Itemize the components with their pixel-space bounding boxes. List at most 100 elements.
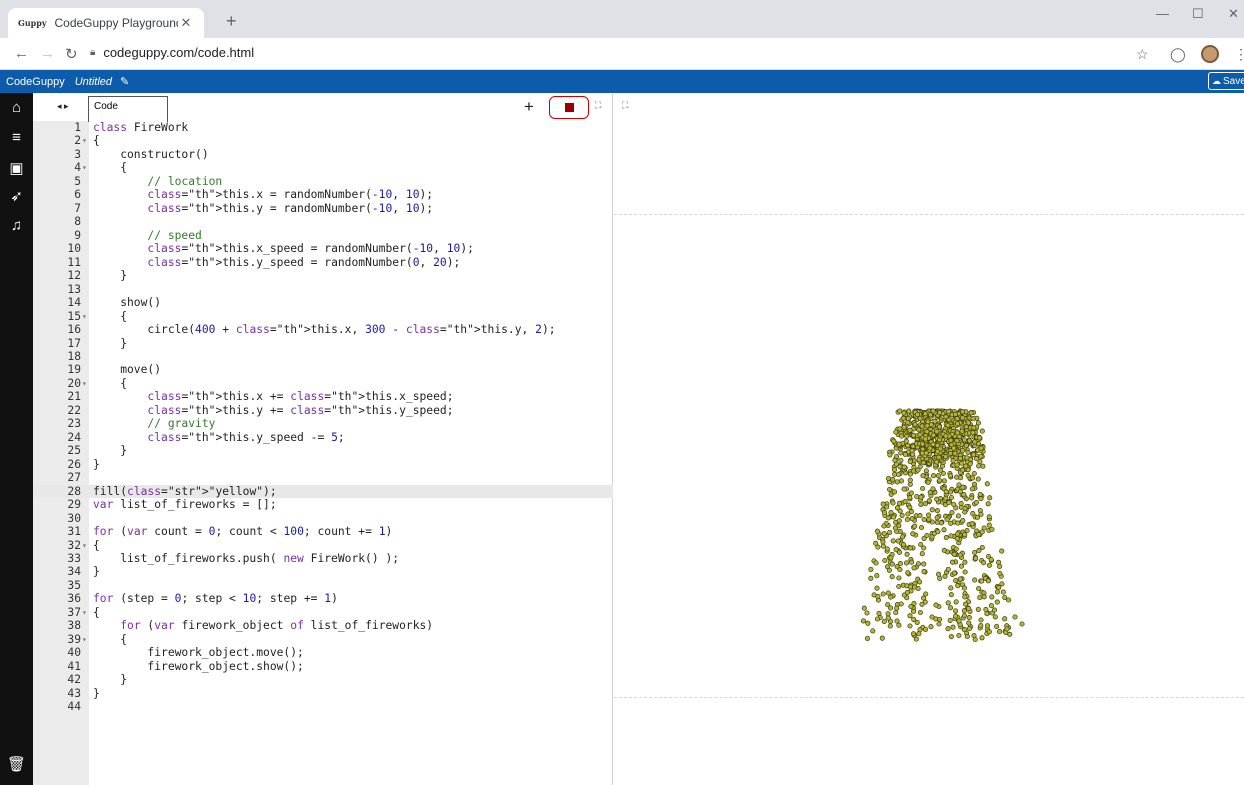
code-line[interactable]: 34}: [33, 565, 613, 578]
browser-tab[interactable]: Guppy CodeGuppy Playground ✕: [8, 8, 204, 38]
line-text: }: [93, 457, 100, 471]
code-line[interactable]: 12 }: [33, 269, 613, 282]
code-line[interactable]: 33 list_of_fireworks.push( new FireWork(…: [33, 552, 613, 565]
fold-arrow-icon[interactable]: ▾: [82, 539, 88, 552]
expand-icon[interactable]: ⛶: [595, 100, 601, 111]
code-line[interactable]: 13: [33, 283, 613, 296]
tab-close-icon[interactable]: ✕: [178, 15, 194, 31]
code-line[interactable]: 28 fill(class="str">"yellow");: [33, 484, 613, 499]
add-file-icon[interactable]: +: [524, 97, 534, 117]
image-icon[interactable]: ▣: [0, 159, 33, 177]
extension-icon[interactable]: ◯: [1170, 46, 1186, 63]
forward-icon[interactable]: →: [40, 45, 55, 62]
firework-particle: [917, 609, 923, 616]
firework-particle: [904, 433, 910, 439]
code-line[interactable]: 27: [33, 471, 613, 484]
code-line[interactable]: 44: [33, 700, 613, 713]
code-line[interactable]: 23 // gravity: [33, 417, 613, 430]
code-area[interactable]: 1 class FireWork 2 ▾{3 constructor() 4 ▾ {5 /…: [33, 121, 613, 714]
code-line[interactable]: 43}: [33, 687, 613, 700]
brand-name[interactable]: CodeGuppy: [6, 76, 65, 88]
fold-arrow-icon[interactable]: ▾: [82, 161, 88, 174]
code-line[interactable]: 8: [33, 215, 613, 228]
code-line[interactable]: 18: [33, 350, 613, 363]
code-line[interactable]: 39 ▾ {: [33, 633, 613, 646]
lock-icon: 🔒︎: [90, 47, 96, 58]
code-line[interactable]: 15 ▾ {: [33, 310, 613, 323]
code-line[interactable]: 29 var list_of_fireworks = [];: [33, 498, 613, 511]
save-button[interactable]: ☁ Save: [1208, 72, 1244, 90]
code-line[interactable]: 11 class="th">this.y_speed = randomNumbe…: [33, 256, 613, 269]
code-line[interactable]: 41 firework_object.show();: [33, 660, 613, 673]
output-canvas[interactable]: [614, 214, 1244, 698]
firework-particle: [929, 507, 935, 513]
project-name[interactable]: Untitled: [75, 76, 112, 88]
code-line[interactable]: 32 ▾ {: [33, 539, 613, 552]
url-field[interactable]: 🔒︎ codeguppy.com/code.html: [90, 45, 254, 60]
code-line[interactable]: 35: [33, 579, 613, 592]
code-line[interactable]: 6 class="th">this.x = randomNumber(-10, …: [33, 188, 613, 201]
line-number: 15: [67, 309, 81, 323]
rocket-icon[interactable]: ➶: [0, 187, 33, 205]
code-line[interactable]: 16 circle(400 + class="th">this.x, 300 -…: [33, 323, 613, 336]
code-line[interactable]: 10 class="th">this.x_speed = randomNumbe…: [33, 242, 613, 255]
code-line[interactable]: 30: [33, 512, 613, 525]
code-line[interactable]: 2 ▾ {: [33, 134, 613, 147]
code-line[interactable]: 24 class="th">this.y_speed -= 5;: [33, 431, 613, 444]
code-line[interactable]: 17 }: [33, 337, 613, 350]
code-line[interactable]: 37 ▾ {: [33, 606, 613, 619]
code-line[interactable]: 42 }: [33, 673, 613, 686]
home-icon[interactable]: ⌂: [0, 99, 33, 116]
expand-icon[interactable]: ⛶: [622, 100, 628, 111]
edit-pencil-icon[interactable]: ✎: [120, 75, 129, 88]
firework-particle: [978, 445, 984, 451]
code-line[interactable]: 31 for (var count = 0; count < 100; count…: [33, 525, 613, 538]
code-line[interactable]: 22 class="th">this.y += class="th">this.…: [33, 404, 613, 417]
firework-particle: [881, 531, 887, 537]
code-line[interactable]: 19 move(): [33, 363, 613, 376]
code-line[interactable]: 38 for (var firework_object of list_of_f…: [33, 619, 613, 632]
tab-code[interactable]: Code: [88, 96, 168, 122]
output-pane: ⛶: [614, 93, 1244, 785]
firework-particle: [962, 559, 968, 565]
firework-particle: [868, 575, 874, 581]
fold-arrow-icon[interactable]: ▾: [82, 134, 88, 147]
code-line[interactable]: 5 // location: [33, 175, 613, 188]
fold-arrow-icon[interactable]: ▾: [82, 606, 88, 619]
code-line[interactable]: 26}: [33, 458, 613, 471]
new-tab-icon[interactable]: +: [226, 12, 237, 30]
code-line[interactable]: 3 constructor(): [33, 148, 613, 161]
maximize-icon[interactable]: ☐: [1192, 6, 1204, 22]
fold-arrow-icon[interactable]: ▾: [82, 633, 88, 646]
code-line[interactable]: 25 }: [33, 444, 613, 457]
window-close-icon[interactable]: ✕: [1228, 6, 1239, 22]
minimize-icon[interactable]: —: [1156, 6, 1169, 21]
music-icon[interactable]: ♫: [0, 217, 33, 234]
line-number: 40: [67, 646, 81, 660]
code-line[interactable]: 4 ▾ {: [33, 161, 613, 174]
code-line[interactable]: 36 for (step = 0; step < 10; step += 1): [33, 592, 613, 605]
collapse-panels-icon[interactable]: ◂ ▸: [57, 101, 69, 112]
fold-arrow-icon[interactable]: ▾: [82, 377, 88, 390]
code-line[interactable]: 40 firework_object.move();: [33, 646, 613, 659]
code-line[interactable]: 9 // speed: [33, 229, 613, 242]
star-icon[interactable]: ☆: [1136, 46, 1149, 63]
code-line[interactable]: 1 class FireWork: [33, 121, 613, 134]
reload-icon[interactable]: ↻: [65, 45, 78, 63]
code-line[interactable]: 21 class="th">this.x += class="th">this.…: [33, 390, 613, 403]
firework-particle: [889, 561, 895, 567]
avatar[interactable]: [1201, 45, 1219, 63]
stop-button[interactable]: [549, 96, 589, 119]
line-number: 24: [67, 430, 81, 444]
code-line[interactable]: 20 ▾ {: [33, 377, 613, 390]
more-menu-icon[interactable]: ⋮: [1234, 46, 1244, 63]
firework-particle: [964, 455, 970, 461]
trash-icon[interactable]: 🗑︎: [0, 755, 33, 773]
code-line[interactable]: 14 show(): [33, 296, 613, 309]
menu-icon[interactable]: ≡: [0, 129, 33, 146]
firework-particle: [942, 573, 948, 579]
back-icon[interactable]: ←: [14, 45, 29, 62]
firework-particle: [964, 527, 970, 534]
fold-arrow-icon[interactable]: ▾: [82, 310, 88, 323]
code-line[interactable]: 7 class="th">this.y = randomNumber(-10, …: [33, 202, 613, 215]
